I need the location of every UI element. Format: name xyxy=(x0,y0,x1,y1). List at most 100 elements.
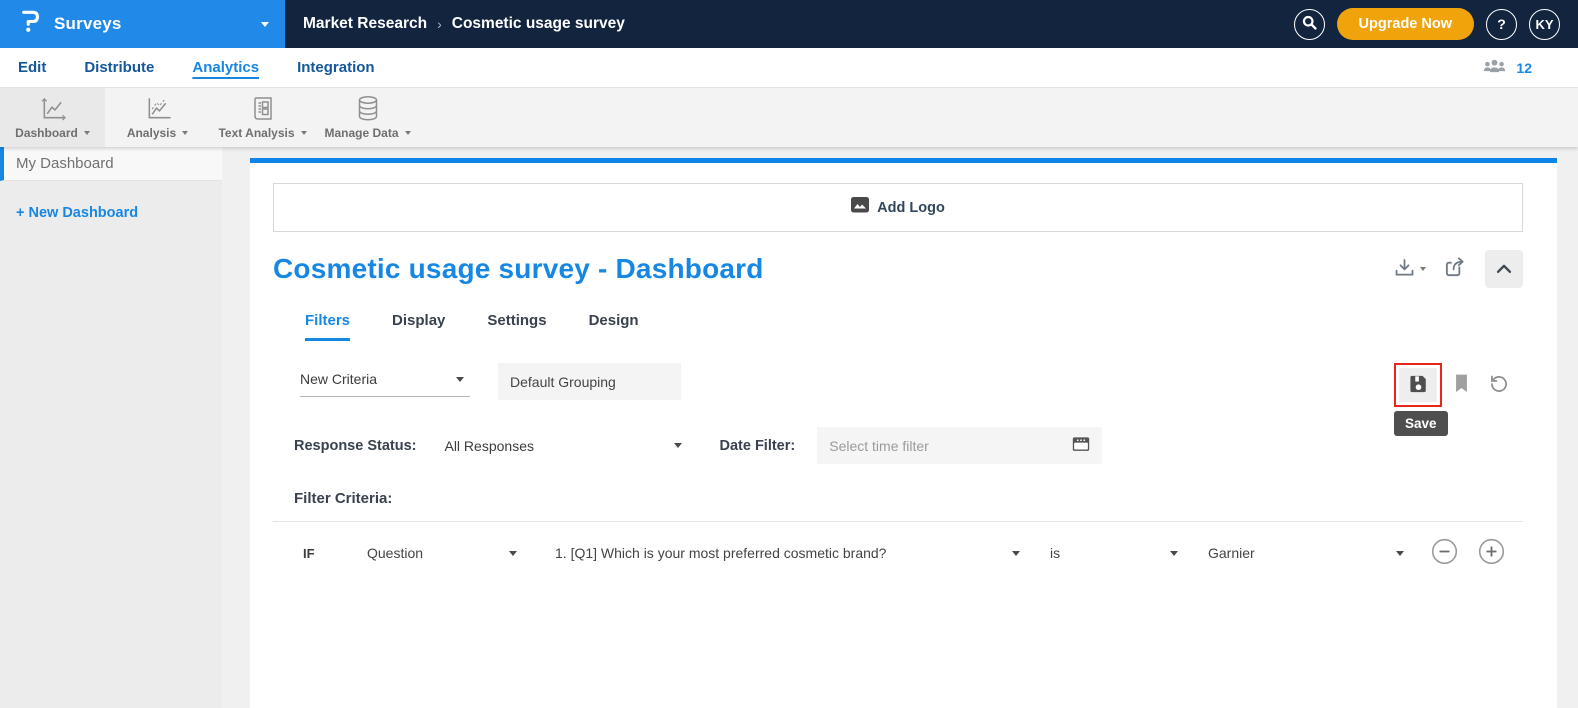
toolbar-item-text-analysis[interactable]: Text Analysis xyxy=(210,88,315,147)
calendar-icon xyxy=(1072,435,1090,457)
survey-nav-items: Edit Distribute Analytics Integration xyxy=(18,59,375,76)
filter-value: Garnier xyxy=(1208,545,1255,561)
dashboard-tabs: Filters Display Settings Design xyxy=(305,312,1523,341)
response-filter-row: Response Status: All Responses Date Filt… xyxy=(273,427,1523,464)
content-area: My Dashboard + New Dashboard Add Logo Co… xyxy=(0,147,1578,708)
criteria-row: New Criteria Default Grouping Save xyxy=(273,363,1523,436)
page: Surveys Market Research › Cosmetic usage… xyxy=(0,0,1578,708)
title-actions xyxy=(1393,250,1523,288)
nav-tab-integration[interactable]: Integration xyxy=(297,59,375,76)
share-icon xyxy=(1444,256,1467,282)
plus-circle-icon xyxy=(1478,538,1505,568)
title-row: Cosmetic usage survey - Dashboard xyxy=(273,250,1523,288)
respondents-indicator: 12 xyxy=(1482,57,1532,79)
response-status-value: All Responses xyxy=(444,437,534,454)
search-button[interactable] xyxy=(1293,8,1325,40)
chevron-down-icon xyxy=(404,131,411,135)
save-highlight-box xyxy=(1394,363,1442,407)
bookmark-button[interactable] xyxy=(1453,373,1470,397)
toolbar-item-manage-data[interactable]: Manage Data xyxy=(315,88,420,147)
date-filter-label: Date Filter: xyxy=(719,437,796,454)
avatar[interactable]: KY xyxy=(1529,8,1560,40)
chevron-down-icon xyxy=(1396,550,1404,556)
download-button[interactable] xyxy=(1393,257,1426,282)
grouping-name-input[interactable] xyxy=(498,363,681,400)
filter-operator-select[interactable]: is xyxy=(1050,545,1178,561)
respondents-count[interactable]: 12 xyxy=(1516,60,1532,76)
filter-field-select[interactable]: Question xyxy=(367,545,517,561)
add-criteria-button[interactable] xyxy=(1478,538,1505,568)
chevron-down-icon xyxy=(261,21,269,27)
chevron-down-icon xyxy=(1012,550,1020,556)
new-dashboard-button[interactable]: + New Dashboard xyxy=(16,205,222,221)
line-chart-icon xyxy=(39,97,66,122)
tab-settings[interactable]: Settings xyxy=(487,312,546,341)
chevron-down-icon xyxy=(1170,550,1178,556)
criteria-row-actions xyxy=(1431,538,1505,568)
nav-tab-analytics[interactable]: Analytics xyxy=(192,59,259,76)
people-group-icon xyxy=(1482,57,1507,79)
filter-value-select[interactable]: Garnier xyxy=(1208,545,1404,561)
toolbar-item-analysis[interactable]: Analysis xyxy=(105,88,210,147)
tab-display[interactable]: Display xyxy=(392,312,445,341)
filter-question-value: 1. [Q1] Which is your most preferred cos… xyxy=(555,545,887,561)
nav-tab-distribute[interactable]: Distribute xyxy=(84,59,154,76)
top-bar-right: Market Research › Cosmetic usage survey … xyxy=(285,0,1578,48)
search-icon xyxy=(1301,14,1318,34)
breadcrumb-folder[interactable]: Market Research xyxy=(303,15,427,33)
collapse-button[interactable] xyxy=(1485,250,1523,288)
dashboard-panel: Add Logo Cosmetic usage survey - Dashboa… xyxy=(250,163,1557,708)
chevron-down-icon xyxy=(674,443,683,448)
help-button[interactable]: ? xyxy=(1486,8,1517,40)
top-bar-actions: Upgrade Now ? KY xyxy=(1293,8,1560,40)
tab-filters[interactable]: Filters xyxy=(305,312,351,341)
filter-field-value: Question xyxy=(367,545,424,561)
share-button[interactable] xyxy=(1444,256,1467,282)
product-name: Surveys xyxy=(54,14,122,33)
dashboard-main: Add Logo Cosmetic usage survey - Dashboa… xyxy=(222,147,1578,708)
chevron-down-icon xyxy=(182,131,189,135)
breadcrumb: Market Research › Cosmetic usage survey xyxy=(303,15,625,33)
toolbar-item-label: Manage Data xyxy=(324,126,411,140)
save-button[interactable] xyxy=(1399,368,1437,402)
tab-design[interactable]: Design xyxy=(589,312,639,341)
document-icon xyxy=(251,96,275,122)
minus-circle-icon xyxy=(1431,538,1458,568)
product-switcher[interactable]: Surveys xyxy=(0,0,285,48)
survey-nav: Edit Distribute Analytics Integration 12 xyxy=(0,48,1578,88)
criteria-select-value: New Criteria xyxy=(300,371,378,387)
save-cluster: Save xyxy=(1394,363,1509,436)
toolbar-item-label: Text Analysis xyxy=(218,126,307,140)
chevron-down-icon xyxy=(509,550,517,556)
reset-button[interactable] xyxy=(1489,374,1509,397)
chevron-down-icon xyxy=(83,131,90,135)
remove-criteria-button[interactable] xyxy=(1431,538,1458,568)
reset-icon xyxy=(1489,374,1509,397)
toolbar-item-dashboard[interactable]: Dashboard xyxy=(0,88,105,147)
chevron-down-icon xyxy=(456,376,464,382)
breadcrumb-survey[interactable]: Cosmetic usage survey xyxy=(452,15,625,33)
breadcrumb-separator-icon: › xyxy=(437,16,442,32)
save-icon xyxy=(1408,374,1429,397)
upgrade-now-button[interactable]: Upgrade Now xyxy=(1336,8,1474,40)
top-bar: Surveys Market Research › Cosmetic usage… xyxy=(0,0,1578,48)
sidebar-item-my-dashboard[interactable]: My Dashboard xyxy=(0,147,222,181)
chevron-down-icon xyxy=(1420,267,1426,271)
add-logo-label: Add Logo xyxy=(877,199,945,216)
download-icon xyxy=(1393,257,1416,282)
filter-criteria-row: IF Question 1. [Q1] Which is your most p… xyxy=(273,522,1523,582)
database-icon xyxy=(356,95,380,122)
trend-chart-icon xyxy=(144,97,171,122)
toolbar-item-label: Dashboard xyxy=(15,126,90,140)
nav-tab-edit[interactable]: Edit xyxy=(18,59,46,76)
filter-operator-value: is xyxy=(1050,545,1061,561)
date-filter-field[interactable] xyxy=(817,427,1103,464)
date-filter-input[interactable] xyxy=(829,437,1065,454)
response-status-label: Response Status: xyxy=(294,437,417,454)
filter-criteria-label: Filter Criteria: xyxy=(294,490,393,507)
response-status-select[interactable]: All Responses xyxy=(444,437,683,454)
criteria-select[interactable]: New Criteria xyxy=(300,363,470,397)
chevron-up-icon xyxy=(1493,259,1515,280)
add-logo-dropzone[interactable]: Add Logo xyxy=(273,183,1523,232)
filter-question-select[interactable]: 1. [Q1] Which is your most preferred cos… xyxy=(555,545,1020,561)
